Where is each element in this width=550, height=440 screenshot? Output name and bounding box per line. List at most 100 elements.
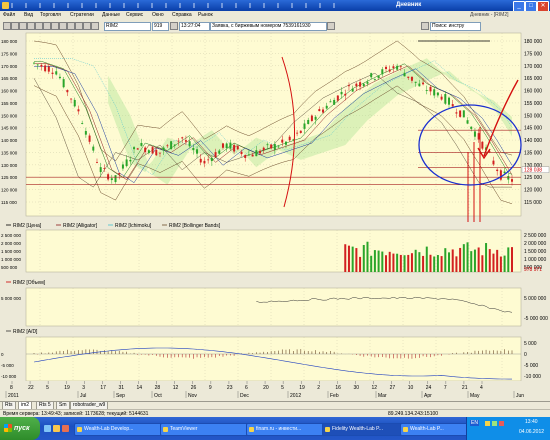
candle-body	[336, 95, 339, 101]
candle-body	[511, 179, 513, 182]
candle-body	[129, 160, 132, 162]
taskbar-window-wealthlab-dev[interactable]: Wealth-Lab Develop...	[74, 423, 165, 436]
chart-icon[interactable]	[35, 22, 43, 30]
clock-date[interactable]: 04.06.2012	[519, 429, 544, 435]
zoom-out-icon[interactable]	[51, 22, 59, 30]
search-field[interactable]: Поиск: инстру	[430, 22, 481, 31]
price-axis-tick-left: 180 000	[1, 39, 18, 44]
date-day-label: 30	[353, 385, 359, 391]
menu-item-trade[interactable]: Торговля	[40, 11, 61, 20]
date-day-label: 6	[245, 385, 248, 391]
candle-body	[196, 149, 199, 154]
indicator-icon[interactable]	[83, 22, 91, 30]
menu-item-window[interactable]: Окно	[152, 11, 164, 20]
quick-launch-icon[interactable]	[62, 425, 69, 432]
candle-body	[262, 147, 265, 151]
candle-body	[199, 158, 202, 163]
search-icon[interactable]	[421, 22, 429, 30]
candle-body	[307, 119, 310, 125]
print-icon[interactable]	[27, 22, 35, 30]
price-axis-tick: 140 000	[524, 138, 542, 144]
pane-ad	[25, 287, 522, 327]
menu-item-file[interactable]: Файл	[3, 11, 15, 20]
settings-icon[interactable]	[75, 22, 83, 30]
date-month-label: Jul	[80, 393, 86, 399]
taskbar-window-wealthlab-pro[interactable]: Wealth-Lab P...	[400, 423, 471, 436]
date-day-label: 10	[408, 385, 414, 391]
candle-body	[33, 62, 35, 64]
volume-bar	[392, 253, 395, 272]
candle-body	[481, 141, 484, 149]
candle-body	[385, 66, 388, 70]
candle-body	[340, 91, 343, 95]
candle-body	[277, 146, 280, 148]
volume-bar	[407, 254, 410, 272]
candle-body	[225, 143, 228, 149]
volume-bar	[396, 253, 399, 272]
date-day-label: 9	[209, 385, 212, 391]
candle-body	[455, 112, 458, 114]
volume-bar	[496, 249, 499, 272]
date-day-label: 19	[64, 385, 70, 391]
date-day-label: 20	[263, 385, 269, 391]
volume-axis-tick-left: 2 000 000	[1, 241, 22, 246]
save-icon[interactable]	[19, 22, 27, 30]
candle-body	[370, 73, 373, 78]
language-indicator[interactable]: EN	[470, 420, 479, 426]
taskbar-window-teamviewer[interactable]: TeamViewer	[160, 423, 251, 436]
date-day-label: 31	[118, 385, 124, 391]
window-icon	[403, 427, 408, 432]
date-month-label: 2011	[8, 393, 19, 399]
start-button[interactable]: пуск	[0, 417, 40, 440]
strategy-icon[interactable]	[91, 22, 99, 30]
volume-bar	[388, 251, 391, 272]
volume-bar	[418, 252, 421, 272]
volume-bar	[444, 248, 447, 272]
candle-body	[351, 88, 354, 92]
date-month-label: Mar	[378, 393, 387, 399]
price-axis-tick: 180 000	[524, 39, 542, 45]
volume-bar	[414, 249, 417, 272]
price-axis-tick-left: 140 000	[1, 138, 18, 143]
menu-item-data[interactable]: Данные	[102, 11, 120, 20]
macd-axis-tick: 0	[524, 352, 527, 358]
price-axis-tick-left: 125 000	[1, 175, 18, 180]
price-axis-tick: 160 000	[524, 89, 542, 95]
chart-area[interactable]: 180 000180 000175 000175 000170 000170 0…	[0, 32, 550, 403]
price-axis-tick-left: 155 000	[1, 101, 18, 106]
tray-icon[interactable]	[485, 421, 490, 426]
candle-body	[221, 143, 224, 148]
candle-body	[270, 144, 273, 149]
clock-time[interactable]: 13:40	[525, 419, 538, 425]
quick-launch-icon[interactable]	[53, 425, 60, 432]
candle-body	[173, 144, 176, 146]
symbol-field[interactable]: RIM2	[104, 22, 151, 31]
legend-label: RIM2 [A/D]	[13, 329, 38, 335]
candle-body	[462, 110, 465, 118]
open-icon[interactable]	[11, 22, 19, 30]
zoom-in-icon[interactable]	[43, 22, 51, 30]
candle-body	[492, 160, 495, 165]
menu-item-service[interactable]: Сервис	[126, 11, 143, 20]
tray-icon[interactable]	[499, 421, 504, 426]
scroll-icon[interactable]	[59, 22, 67, 30]
start-label: пуск	[14, 425, 30, 432]
taskbar-window-fidelity[interactable]: Fidelity Wealth-Lab P...	[322, 423, 405, 436]
menu-item-view[interactable]: Вид	[24, 11, 33, 20]
menu-item-strategies[interactable]: Стратегии	[70, 11, 94, 20]
code-field[interactable]: 919	[152, 22, 169, 31]
date-day-label: 23	[227, 385, 233, 391]
message-icon[interactable]	[327, 22, 335, 30]
refresh-icon[interactable]	[67, 22, 75, 30]
menu-item-help[interactable]: Справка	[172, 11, 192, 20]
candle-body	[84, 131, 87, 135]
new-icon[interactable]	[3, 22, 11, 30]
volume-bar	[440, 256, 443, 272]
candle-body	[95, 162, 98, 164]
quick-launch-icon[interactable]	[44, 425, 51, 432]
taskbar-window-finam[interactable]: finam.ru - инвести...	[246, 423, 327, 436]
menu-item-market[interactable]: Рынок	[198, 11, 213, 20]
tray-icon[interactable]	[492, 421, 497, 426]
candle-body	[310, 115, 313, 121]
candle-body	[296, 132, 299, 134]
